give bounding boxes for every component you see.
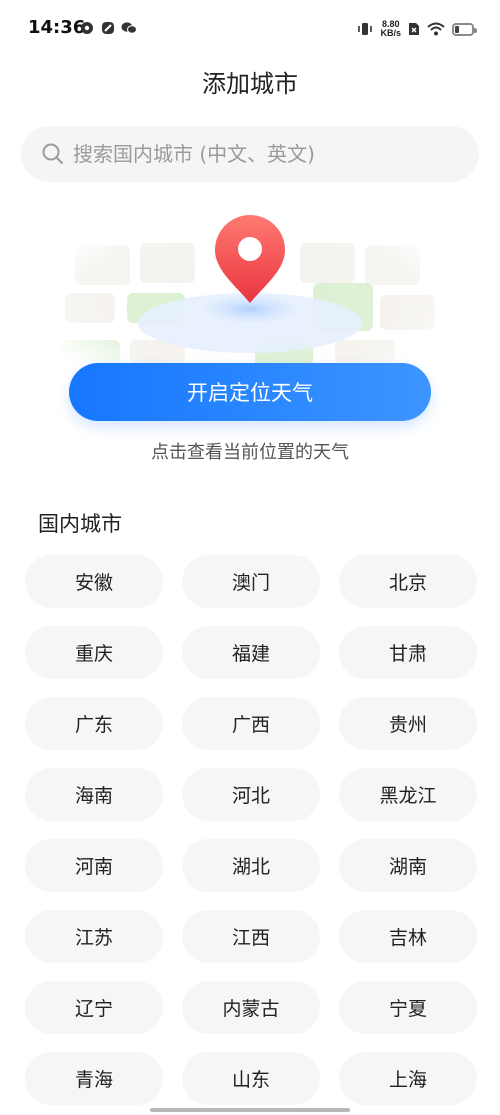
- city-chip[interactable]: 贵州: [339, 697, 477, 750]
- city-chip[interactable]: 安徽: [25, 555, 163, 608]
- net-speed-unit: KB/s: [380, 28, 401, 38]
- city-chip[interactable]: 湖南: [339, 839, 477, 892]
- city-chip[interactable]: 重庆: [25, 626, 163, 679]
- city-chip[interactable]: 河北: [182, 768, 320, 821]
- city-chip[interactable]: 福建: [182, 626, 320, 679]
- location-map-illustration: [45, 205, 455, 380]
- city-chip[interactable]: 广西: [182, 697, 320, 750]
- home-indicator[interactable]: [150, 1108, 350, 1112]
- link-app-icon: [102, 22, 114, 34]
- status-indicators: 8.80 KB/s: [357, 17, 477, 41]
- city-chip[interactable]: 江西: [182, 910, 320, 963]
- domestic-cities-title: 国内城市: [38, 512, 122, 536]
- city-chip[interactable]: 湖北: [182, 839, 320, 892]
- city-chip[interactable]: 海南: [25, 768, 163, 821]
- status-bar: 14:36 8.80 KB/s: [0, 0, 500, 58]
- enable-location-weather-button[interactable]: 开启定位天气: [69, 363, 431, 421]
- city-chip[interactable]: 北京: [339, 555, 477, 608]
- music-app-icon: [81, 22, 93, 34]
- city-chip[interactable]: 广东: [25, 697, 163, 750]
- city-chip[interactable]: 青海: [25, 1052, 163, 1105]
- city-chip[interactable]: 甘肃: [339, 626, 477, 679]
- page-title: 添加城市: [202, 70, 298, 98]
- city-chip[interactable]: 江苏: [25, 910, 163, 963]
- search-bar[interactable]: [21, 126, 479, 182]
- city-chip[interactable]: 山东: [182, 1052, 320, 1105]
- search-icon: [42, 143, 63, 164]
- battery-icon: [452, 22, 477, 36]
- city-grid: 安徽 澳门 北京重庆 福建 甘肃广东 广西 贵州海南 河北 黑龙江河南 湖北 湖南江苏 江西 吉林辽宁内…: [25, 555, 477, 1105]
- city-chip[interactable]: 内蒙古: [182, 981, 320, 1034]
- status-time: 14:36: [28, 17, 86, 38]
- no-sim-icon: [409, 23, 419, 35]
- city-chip[interactable]: 吉林: [339, 910, 477, 963]
- city-chip[interactable]: 宁夏: [339, 981, 477, 1034]
- city-chip[interactable]: 辽宁: [25, 981, 163, 1034]
- wechat-icon: [121, 22, 137, 34]
- search-input[interactable]: [73, 126, 463, 182]
- city-chip[interactable]: 上海: [339, 1052, 477, 1105]
- city-chip[interactable]: 黑龙江: [339, 768, 477, 821]
- city-chip[interactable]: 河南: [25, 839, 163, 892]
- location-hint: 点击查看当前位置的天气: [151, 442, 349, 463]
- wifi-icon: [427, 22, 445, 36]
- vibrate-icon: [358, 23, 373, 35]
- net-speed: 8.80 KB/s: [380, 20, 401, 38]
- city-chip[interactable]: 澳门: [182, 555, 320, 608]
